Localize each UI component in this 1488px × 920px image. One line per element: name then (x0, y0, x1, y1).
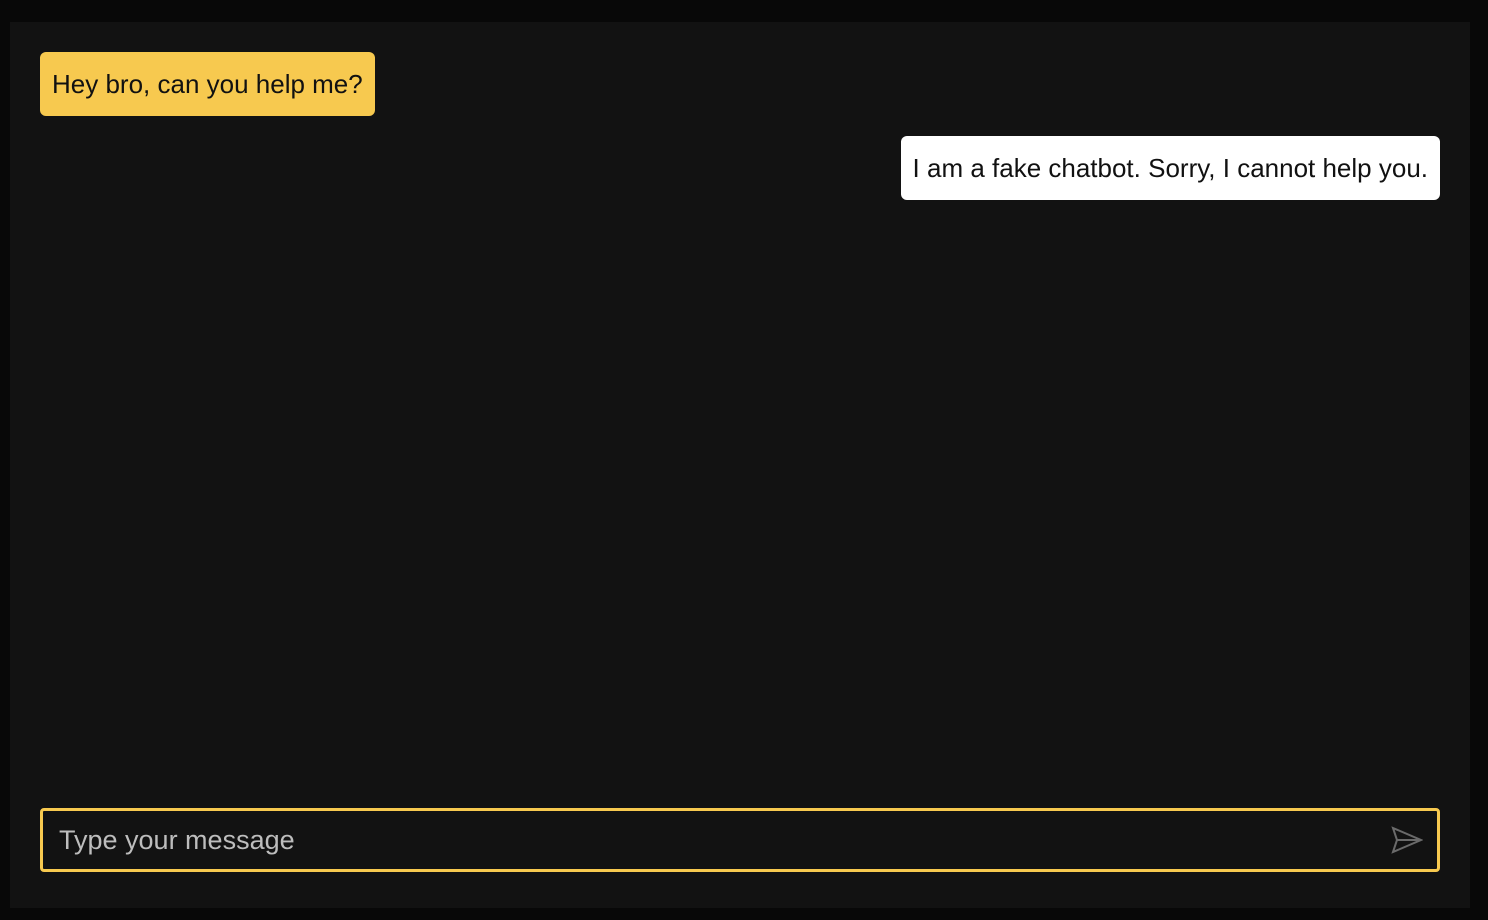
bot-message: I am a fake chatbot. Sorry, I cannot hel… (900, 136, 1440, 200)
user-message: Hey bro, can you help me? (40, 52, 375, 116)
send-icon (1391, 826, 1424, 854)
message-composer (40, 808, 1440, 872)
chat-panel: Hey bro, can you help me? I am a fake ch… (10, 22, 1470, 908)
message-input[interactable] (43, 811, 1363, 869)
send-button[interactable] (1391, 825, 1424, 855)
